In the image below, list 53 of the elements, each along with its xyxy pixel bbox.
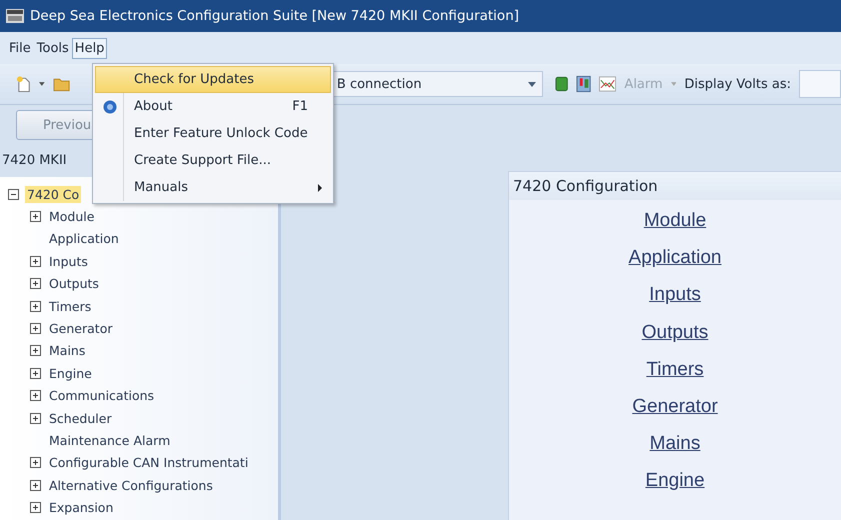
config-link[interactable]: Generator [632,394,718,420]
expand-icon[interactable] [30,256,41,267]
tree-item[interactable]: Engine [47,364,94,382]
menu-item[interactable]: Check for Updates [95,66,331,93]
app-logo-icon [6,9,24,23]
menu-item[interactable]: File [6,38,34,58]
window-title: Deep Sea Electronics Configuration Suite [New 7420 MKII Configuration] [30,8,520,24]
tree-item[interactable]: Alternative Configurations [47,476,215,494]
collapse-icon[interactable] [8,188,19,200]
menu-item[interactable]: Tools [34,38,72,58]
tree-item[interactable]: Module [47,208,96,226]
volts-field[interactable] [799,70,841,98]
menu-item[interactable]: Manuals [95,174,331,201]
menu-item[interactable]: Help [72,38,108,58]
connection-dropdown[interactable]: B connection [332,71,543,97]
folder-icon[interactable] [52,76,70,92]
expand-icon[interactable] [30,412,41,424]
config-link[interactable]: Module [644,208,706,234]
expand-icon[interactable] [30,368,41,379]
expand-icon[interactable] [30,345,41,356]
tree-item[interactable]: Configurable CAN Instrumentati [47,454,250,472]
expand-icon[interactable] [30,278,41,290]
dropdown-arrow-icon[interactable] [528,82,536,86]
expand-icon[interactable] [30,390,41,402]
caret-icon[interactable] [39,82,45,86]
tree-item[interactable]: 7420 Co [25,186,82,203]
tree-item[interactable]: Expansion [47,499,116,516]
expand-icon[interactable] [30,323,41,334]
tree-item[interactable]: Generator [47,320,114,338]
tree-item[interactable]: Mains [47,342,88,360]
tree-item[interactable]: Application [47,230,121,248]
tree-item[interactable]: Outputs [47,275,101,292]
config-link[interactable]: Application [628,245,722,272]
config-link[interactable]: Mains [650,431,700,458]
tree-item[interactable]: Scheduler [47,410,114,427]
shortcut-label: F1 [292,99,308,114]
expand-icon[interactable] [30,480,41,491]
display-volts-label: Display Volts as: [684,76,791,92]
config-link[interactable]: Engine [645,468,705,494]
tree-item[interactable]: Timers [47,298,94,315]
submenu-arrow-icon [318,184,322,192]
expand-icon[interactable] [30,457,41,468]
chart-icon[interactable] [599,76,616,92]
tree-item[interactable]: Communications [47,387,156,404]
expand-icon[interactable] [30,211,41,222]
expand-icon[interactable] [30,502,41,514]
config-link[interactable]: Timers [646,356,704,383]
config-link[interactable]: Inputs [649,282,701,308]
expand-icon[interactable] [30,300,41,312]
new-file-icon[interactable] [16,75,32,93]
config-link[interactable]: Outputs [642,320,708,346]
tree-item[interactable]: Inputs [47,252,90,270]
tree-item[interactable]: Maintenance Alarm [47,432,172,449]
